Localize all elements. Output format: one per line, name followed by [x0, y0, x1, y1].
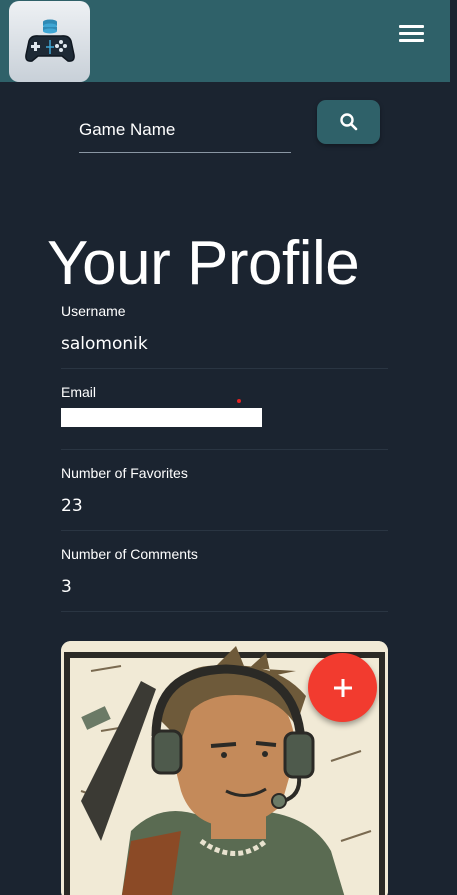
email-field: Email — [61, 384, 388, 450]
app-logo[interactable] — [9, 1, 90, 82]
game-search-field[interactable] — [79, 108, 291, 153]
email-label: Email — [61, 384, 97, 400]
username-label: Username — [61, 303, 126, 319]
comments-field: Number of Comments 3 — [61, 546, 388, 612]
email-redaction — [61, 408, 262, 427]
username-value: salomonik — [61, 334, 148, 354]
hamburger-menu-icon[interactable] — [399, 25, 427, 47]
gamepad-database-logo — [24, 19, 75, 62]
add-fab-button[interactable] — [308, 653, 377, 722]
comments-label: Number of Comments — [61, 546, 198, 562]
favorites-label: Number of Favorites — [61, 465, 188, 481]
red-dot-marker — [237, 399, 241, 403]
username-field: Username salomonik — [61, 303, 388, 369]
favorites-value: 23 — [61, 496, 83, 516]
search-button[interactable] — [317, 100, 380, 144]
plus-icon — [333, 678, 352, 697]
favorites-field: Number of Favorites 23 — [61, 465, 388, 531]
top-app-bar — [0, 0, 450, 82]
comments-value: 3 — [61, 577, 72, 597]
page-title: Your Profile — [47, 229, 360, 298]
search-icon — [339, 113, 357, 131]
search-input[interactable] — [79, 108, 291, 148]
